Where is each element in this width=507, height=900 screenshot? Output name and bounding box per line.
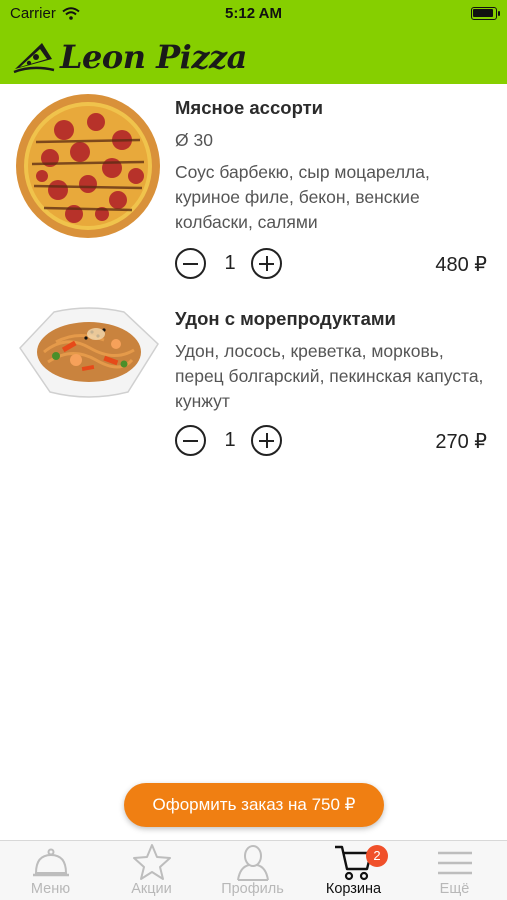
quantity-value: 1	[224, 252, 236, 274]
tab-cart[interactable]: 2 Корзина	[303, 841, 404, 900]
menu-lines-icon	[437, 851, 472, 875]
quantity-decrease-button[interactable]	[175, 248, 206, 279]
person-icon	[236, 845, 269, 881]
cart-count-badge: 2	[366, 845, 388, 867]
tab-bar: Меню Акции Профиль 2 Корзина Ещё	[0, 840, 507, 900]
quantity-value: 1	[224, 429, 236, 451]
pizza-image	[16, 94, 160, 238]
status-bar: Carrier 5:12 AM	[0, 0, 507, 30]
item-title: Удон с морепродуктами	[175, 308, 396, 329]
tab-label: Акции	[131, 881, 172, 897]
tab-label: Корзина	[325, 881, 382, 897]
item-description: Удон, лосось, креветка, морковь, перец б…	[175, 341, 484, 411]
app-header: Carrier 5:12 AM Leon Pizza	[0, 0, 507, 84]
quantity-increase-button[interactable]	[251, 425, 282, 456]
cloche-icon	[32, 848, 69, 877]
star-icon	[132, 844, 171, 880]
tab-label: Профиль	[221, 881, 284, 897]
udon-image	[19, 307, 159, 398]
item-price: 480 ₽	[435, 254, 487, 276]
tab-profile[interactable]: Профиль	[202, 841, 303, 900]
item-size: Ø 30	[175, 130, 213, 150]
cart-item: Удон с морепродуктами Удон, лосось, крев…	[0, 296, 507, 466]
brand-logo: Leon Pizza	[12, 34, 247, 80]
item-title: Мясное ассорти	[175, 97, 324, 118]
tab-menu[interactable]: Меню	[0, 841, 101, 900]
tab-label: Ещё	[439, 881, 470, 897]
quantity-increase-button[interactable]	[251, 248, 282, 279]
item-description: Соус барбекю, сыр моцарелла, куриное фил…	[175, 162, 430, 232]
quantity-decrease-button[interactable]	[175, 425, 206, 456]
checkout-button[interactable]: Оформить заказ на 750 ₽	[124, 783, 384, 827]
tab-promotions[interactable]: Акции	[101, 841, 202, 900]
pizza-slice-logo-icon	[13, 43, 55, 74]
cart-item: Мясное ассорти Ø 30 Соус барбекю, сыр мо…	[0, 84, 507, 294]
status-time: 5:12 AM	[225, 5, 282, 22]
tab-label: Меню	[30, 881, 71, 897]
item-price: 270 ₽	[435, 431, 487, 453]
tab-more[interactable]: Ещё	[404, 841, 505, 900]
brand-name: Leon Pizza	[60, 38, 247, 76]
battery-icon	[471, 7, 500, 20]
